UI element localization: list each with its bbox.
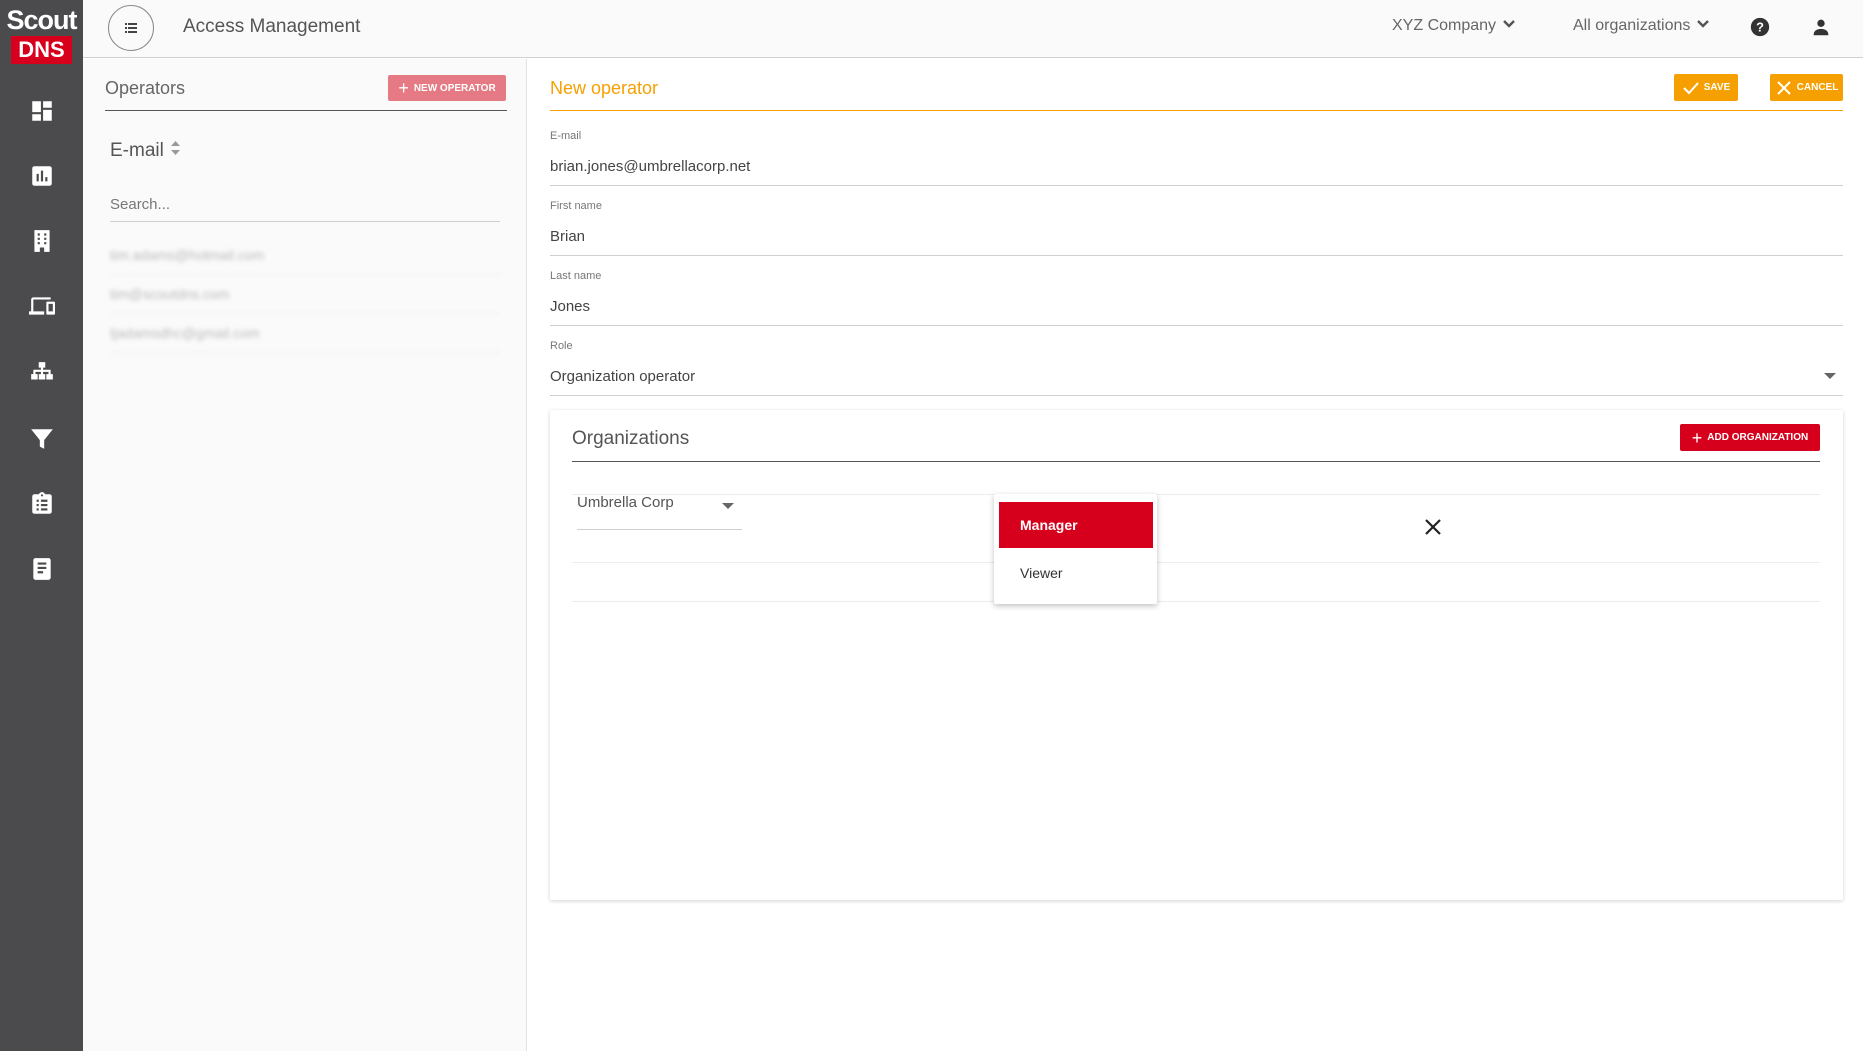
- svg-text:?: ?: [1756, 20, 1764, 35]
- first-name-label: First name: [550, 200, 602, 212]
- sidebar-item-policies[interactable]: [0, 479, 83, 529]
- organization-select-value: Umbrella Corp: [577, 494, 674, 511]
- close-icon: [1425, 519, 1441, 535]
- new-operator-label: NEW OPERATOR: [413, 82, 496, 94]
- operator-form: New operator SAVE CANCEL E-mail brian.jo…: [550, 59, 1843, 1049]
- list-icon: [125, 23, 137, 33]
- organization-selector[interactable]: All organizations: [1573, 16, 1710, 35]
- plus-icon: +: [1691, 427, 1703, 448]
- first-name-field[interactable]: Brian: [550, 228, 585, 245]
- add-organization-button[interactable]: + ADD ORGANIZATION: [1680, 424, 1820, 451]
- operators-title: Operators: [105, 78, 186, 98]
- help-icon[interactable]: ?: [1749, 16, 1771, 38]
- menu-toggle-button[interactable]: [108, 5, 154, 51]
- form-title: New operator: [550, 78, 659, 98]
- sidebar-item-organizations[interactable]: [0, 216, 83, 266]
- permission-option-manager[interactable]: Manager: [999, 502, 1153, 548]
- last-name-underline: [550, 325, 1843, 326]
- save-label: SAVE: [1703, 82, 1731, 93]
- cancel-button[interactable]: CANCEL: [1770, 74, 1843, 101]
- operators-divider: [105, 110, 507, 111]
- sort-icon: [170, 140, 181, 162]
- remove-organization-button[interactable]: [1423, 517, 1443, 537]
- building-icon: [33, 230, 50, 252]
- organization-select[interactable]: Umbrella Corp: [577, 494, 742, 530]
- cancel-label: CANCEL: [1796, 82, 1839, 93]
- scoutdns-logo[interactable]: Scout DNS: [0, 6, 83, 64]
- caret-down-icon: [722, 503, 734, 509]
- row-divider: [572, 601, 1820, 602]
- email-underline: [550, 185, 1843, 186]
- add-organization-label: ADD ORGANIZATION: [1707, 432, 1809, 443]
- organizations-card: Organizations + ADD ORGANIZATION Umbrell…: [550, 410, 1843, 900]
- sidebar-item-devices[interactable]: [0, 281, 83, 331]
- save-button[interactable]: SAVE: [1674, 74, 1738, 101]
- last-name-field[interactable]: Jones: [550, 298, 590, 315]
- form-divider: [550, 110, 1843, 111]
- new-operator-button[interactable]: + NEW OPERATOR: [388, 75, 506, 101]
- clipboard-list-icon: [31, 492, 52, 514]
- filter-icon: [30, 429, 53, 449]
- sidebar-item-docs[interactable]: [0, 544, 83, 594]
- operator-row[interactable]: tim.adams@hotmail.com: [110, 236, 500, 275]
- organization-selector-label: All organizations: [1573, 16, 1691, 34]
- role-dropdown-icon[interactable]: [1824, 373, 1836, 379]
- organizations-title: Organizations: [572, 428, 690, 449]
- email-sort-header[interactable]: E-mail: [110, 140, 181, 162]
- sidebar-item-dashboard[interactable]: [0, 86, 83, 136]
- permission-option-viewer[interactable]: Viewer: [999, 550, 1153, 596]
- operator-row[interactable]: tjadamsdhc@gmail.com: [110, 314, 500, 353]
- top-bar: Access Management XYZ Company All organi…: [83, 0, 1863, 58]
- company-selector-label: XYZ Company: [1392, 16, 1497, 34]
- operator-search-input[interactable]: [110, 188, 500, 222]
- email-sort-label: E-mail: [110, 140, 164, 161]
- first-name-underline: [550, 255, 1843, 256]
- organizations-divider: [572, 461, 1820, 462]
- plus-icon: +: [398, 78, 409, 98]
- role-label: Role: [550, 340, 573, 352]
- sidebar-item-hierarchy[interactable]: [0, 348, 83, 398]
- company-selector[interactable]: XYZ Company: [1392, 16, 1516, 35]
- role-underline: [550, 395, 1843, 396]
- page-title: Access Management: [183, 16, 361, 37]
- last-name-label: Last name: [550, 270, 602, 282]
- chevron-down-icon: [1502, 16, 1516, 35]
- email-label: E-mail: [550, 130, 582, 142]
- sidebar: Scout DNS: [0, 0, 83, 1051]
- email-field[interactable]: brian.jones@umbrellacorp.net: [550, 158, 750, 175]
- permission-dropdown: Manager Viewer: [994, 494, 1157, 604]
- check-icon: [1683, 81, 1699, 94]
- sitemap-icon: [30, 362, 53, 380]
- logo-text-bottom: DNS: [11, 36, 72, 64]
- logo-text-top: Scout: [6, 5, 77, 35]
- bar-chart-icon: [31, 166, 52, 186]
- user-icon[interactable]: [1810, 16, 1832, 38]
- dashboard-icon: [31, 101, 52, 121]
- row-divider: [572, 494, 1820, 495]
- operators-panel: Operators + NEW OPERATOR E-mail tim.adam…: [83, 59, 527, 1051]
- sidebar-item-reports[interactable]: [0, 151, 83, 201]
- devices-icon: [28, 297, 55, 315]
- row-divider: [572, 562, 1820, 563]
- role-select[interactable]: Organization operator: [550, 368, 695, 385]
- operator-row[interactable]: tim@scoutdns.com: [110, 275, 500, 314]
- close-icon: [1776, 80, 1791, 95]
- sidebar-item-filters[interactable]: [0, 414, 83, 464]
- chevron-down-icon: [1696, 16, 1710, 35]
- book-icon: [32, 558, 51, 580]
